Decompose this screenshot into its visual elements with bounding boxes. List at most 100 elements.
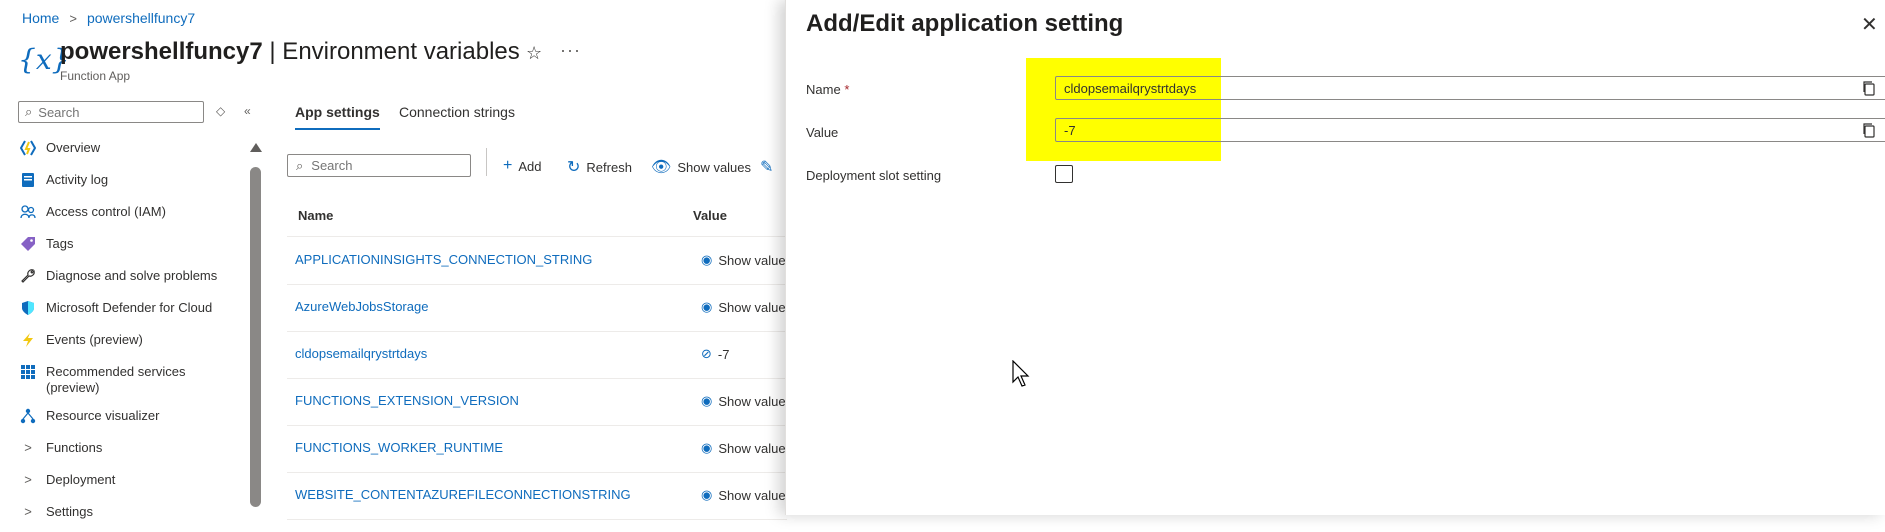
grid-icon (20, 364, 36, 380)
value-input[interactable] (1056, 119, 1832, 141)
eye-icon: 👁 (651, 159, 672, 176)
function-app-icon: {x} (18, 43, 70, 76)
highlight-overlay (1026, 58, 1221, 161)
sidebar-item-diagnose[interactable]: Diagnose and solve problems (14, 264, 239, 296)
page-title-page: | Environment variables (269, 38, 520, 65)
name-label-text: Name (806, 82, 841, 97)
sidebar-item-resource-visualizer[interactable]: Resource visualizer (14, 404, 239, 436)
refresh-icon: ↻ (567, 159, 581, 176)
sidebar-item-label: Events (preview) (46, 332, 143, 347)
sidebar-item-defender[interactable]: Microsoft Defender for Cloud (14, 296, 239, 328)
edit-setting-panel: Add/Edit application setting ✕ Name * Va… (785, 0, 1885, 515)
panel-title: Add/Edit application setting (806, 10, 1124, 37)
sort-toggle-icon[interactable]: ◇ (216, 104, 225, 118)
sidebar-item-overview[interactable]: Overview (14, 136, 239, 168)
refresh-button[interactable]: ↻ Refresh (567, 157, 632, 177)
sidebar-item-label: Functions (46, 440, 103, 455)
plus-icon: + (503, 157, 513, 174)
scrollbar-thumb[interactable] (250, 167, 261, 507)
setting-name-link[interactable]: FUNCTIONS_EXTENSION_VERSION (295, 393, 519, 408)
setting-name-link[interactable]: FUNCTIONS_WORKER_RUNTIME (295, 440, 503, 455)
name-input[interactable] (1056, 77, 1832, 99)
lightning-icon (20, 332, 36, 348)
cell-value: Show value (718, 440, 786, 456)
toolbar-divider (486, 148, 487, 176)
column-header-value[interactable]: Value (693, 208, 727, 223)
mouse-cursor-icon (1012, 360, 1030, 387)
value-field[interactable] (1055, 118, 1885, 142)
shield-icon (20, 300, 36, 316)
cell-value: -7 (717, 346, 730, 362)
sidebar-item-label: Activity log (46, 172, 109, 187)
sidebar-item-functions[interactable]: > Functions (14, 436, 239, 468)
value-field-label: Value (806, 125, 839, 140)
sidebar-item-label: Settings (46, 504, 93, 519)
eye-icon: ◉ (701, 299, 713, 314)
chevron-right-icon: > (24, 504, 32, 519)
eye-icon: ◉ (701, 393, 713, 408)
sidebar-item-label: Recommended services (preview) (46, 364, 186, 395)
search-icon: ⌕ (25, 104, 33, 119)
breadcrumb: Home > powershellfuncy7 (22, 10, 195, 26)
edit-button[interactable]: ✎ (760, 157, 773, 177)
deployment-slot-checkbox[interactable] (1055, 165, 1073, 183)
show-values-button[interactable]: 👁 Show values (651, 157, 751, 177)
sidebar-item-deployment[interactable]: > Deployment (14, 468, 239, 500)
sidebar-nav: Overview Activity log Access control (IA… (14, 136, 239, 532)
settings-search-input[interactable] (311, 158, 452, 173)
activity-log-icon (20, 172, 36, 188)
eye-hidden-icon: ⊘ (701, 346, 712, 361)
add-button[interactable]: + Add (503, 157, 541, 175)
tag-icon (20, 236, 36, 252)
breadcrumb-home-link[interactable]: Home (22, 10, 59, 26)
hide-value-button[interactable]: ⊘ -7 (701, 346, 729, 362)
sidebar-search-input[interactable] (38, 104, 189, 120)
column-header-name[interactable]: Name (298, 208, 333, 223)
setting-name-link[interactable]: AzureWebJobsStorage (295, 299, 428, 314)
sidebar-item-recommended-services[interactable]: Recommended services (preview) (14, 360, 239, 404)
show-value-button[interactable]: ◉ Show value (701, 299, 786, 315)
settings-search[interactable]: ⌕ (287, 154, 471, 177)
setting-name-link[interactable]: APPLICATIONINSIGHTS_CONNECTION_STRING (295, 252, 592, 267)
table-row: WEBSITE_CONTENTAZUREFILECONNECTIONSTRING… (287, 473, 787, 520)
sidebar-item-settings[interactable]: > Settings (14, 500, 239, 532)
chevron-right-icon: > (24, 472, 32, 487)
name-field[interactable] (1055, 76, 1885, 100)
tab-connection-strings[interactable]: Connection strings (399, 104, 515, 128)
cell-value: Show value (718, 393, 786, 409)
more-options-icon[interactable]: ··· (560, 40, 581, 61)
search-icon: ⌕ (296, 157, 304, 173)
sidebar-item-events[interactable]: Events (preview) (14, 328, 239, 360)
pencil-icon: ✎ (760, 159, 774, 176)
tab-app-settings[interactable]: App settings (295, 104, 380, 130)
collapse-sidebar-icon[interactable]: « (244, 104, 251, 118)
sidebar-search[interactable]: ⌕ (18, 101, 204, 123)
people-icon (20, 204, 36, 220)
show-value-button[interactable]: ◉ Show value (701, 393, 786, 409)
scroll-up-arrow-icon[interactable] (250, 143, 262, 152)
sidebar-item-label: Deployment (46, 472, 116, 487)
sidebar-item-label: Tags (46, 236, 74, 251)
copy-icon[interactable] (1861, 80, 1877, 96)
table-row: AzureWebJobsStorage ◉ Show value (287, 285, 787, 332)
wrench-icon (20, 268, 36, 284)
show-values-button-label: Show values (677, 159, 752, 175)
table-header-divider (287, 236, 787, 237)
show-value-button[interactable]: ◉ Show value (701, 440, 786, 456)
refresh-button-label: Refresh (586, 159, 632, 175)
setting-name-link[interactable]: WEBSITE_CONTENTAZUREFILECONNECTIONSTRING (295, 487, 631, 502)
favorite-star-icon[interactable]: ☆ (526, 43, 542, 64)
setting-name-link[interactable]: cldopsemailqrystrtdays (295, 346, 427, 361)
show-value-button[interactable]: ◉ Show value (701, 487, 786, 503)
name-field-label: Name * (806, 82, 849, 97)
sidebar-item-tags[interactable]: Tags (14, 232, 239, 264)
eye-icon: ◉ (701, 252, 713, 267)
required-marker: * (844, 82, 850, 97)
close-icon[interactable]: ✕ (1861, 12, 1878, 37)
copy-icon[interactable] (1861, 122, 1877, 138)
sidebar-item-activity-log[interactable]: Activity log (14, 168, 239, 200)
breadcrumb-resource-link[interactable]: powershellfuncy7 (87, 10, 195, 26)
eye-icon: ◉ (701, 440, 713, 455)
show-value-button[interactable]: ◉ Show value (701, 252, 786, 268)
sidebar-item-access-control[interactable]: Access control (IAM) (14, 200, 239, 232)
